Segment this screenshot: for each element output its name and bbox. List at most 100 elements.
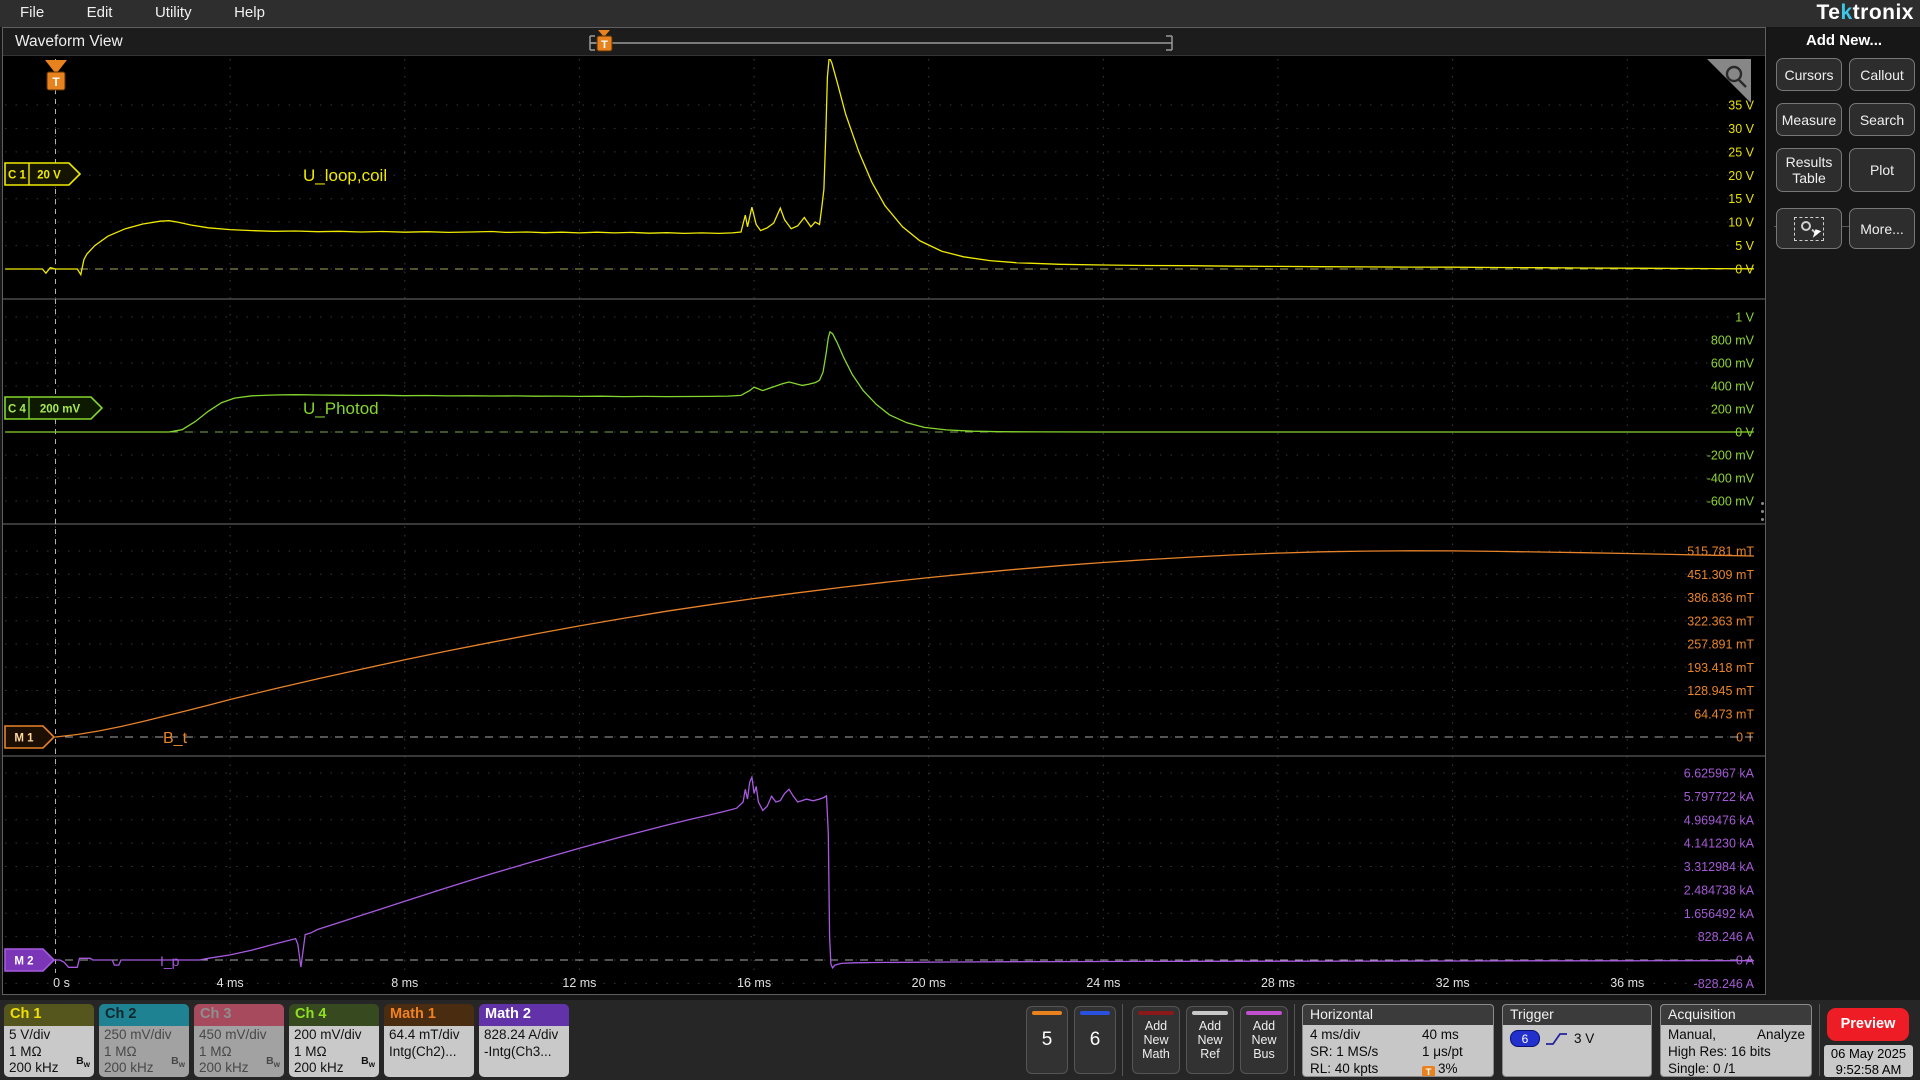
trigger-level: 3 V [1574, 1031, 1595, 1046]
horizontal-panel[interactable]: Horizontal 4 ms/div 40 ms SR: 1 MS/s 1 μs/… [1302, 1004, 1494, 1077]
add-new-bus-button[interactable]: Add New Bus [1240, 1006, 1288, 1074]
x-axis-tick-label: 32 ms [1436, 976, 1470, 990]
y-axis-tick-label: 5 V [1735, 239, 1754, 253]
y-axis-tick-label: 4.969476 kA [1684, 813, 1755, 827]
button-6-color-stripe [1080, 1011, 1110, 1015]
trigger-panel-title: Trigger [1503, 1005, 1651, 1025]
waveform-plot[interactable]: 35 V30 V25 V20 V15 V10 V5 V0 V1 V800 mV6… [3, 56, 1765, 994]
y-axis-tick-label: 600 mV [1711, 357, 1755, 371]
trigger-flag-letter: T [52, 75, 60, 89]
plot-button[interactable]: Plot [1849, 148, 1915, 192]
results-table-button[interactable]: Results Table [1776, 148, 1842, 192]
cursors-button[interactable]: Cursors [1776, 58, 1842, 91]
menu-help[interactable]: Help [234, 0, 265, 25]
bandwidth-limit-icon: Bw [266, 1055, 280, 1070]
add-new-sidebar: Add New... Cursors Callout Measure Searc… [1768, 27, 1920, 1002]
y-axis-tick-label: -600 mV [1707, 495, 1755, 509]
tektronix-logo: Tektronix [1816, 1, 1914, 24]
channel-badge-title: Ch 3 [194, 1004, 284, 1026]
x-axis-tick-label: 0 s [53, 976, 70, 990]
horizontal-position-bar[interactable]: T [586, 28, 1176, 56]
trace-m2[interactable] [5, 774, 1754, 970]
math1-badge[interactable]: Math 1 64.4 mT/div Intg(Ch2)... [384, 1004, 474, 1077]
x-axis-tick-label: 36 ms [1610, 976, 1644, 990]
channel-badge-ch1[interactable]: Ch 1 5 V/div 1 MΩ 200 kHz Bw [4, 1004, 94, 1077]
trigger-position-icon: T [1422, 1066, 1435, 1076]
menu-edit[interactable]: Edit [87, 0, 113, 25]
badge-channel-name: C 4 [8, 404, 27, 416]
menu-bar: File Edit Utility Help Tektronix [0, 0, 1920, 27]
bottom-bar-divider [1294, 1004, 1295, 1076]
scope-button-6[interactable]: 6 [1074, 1006, 1116, 1074]
more-button[interactable]: More... [1849, 208, 1915, 249]
y-axis-tick-label: 2.484738 kA [1684, 883, 1755, 897]
channel-badge-ch4[interactable]: Ch 4 200 mV/div 1 MΩ 200 kHz Bw [289, 1004, 379, 1077]
y-axis-tick-label: 386.836 mT [1687, 591, 1754, 605]
trace-label-math2[interactable]: I_p [160, 953, 180, 969]
measure-button[interactable]: Measure [1776, 103, 1842, 136]
channel-badge-title: Ch 2 [99, 1004, 189, 1026]
y-axis-tick-label: 15 V [1728, 192, 1754, 206]
oscilloscope-app: File Edit Utility Help Tektronix Wavefor… [0, 0, 1920, 1080]
splitter-handle-dot[interactable] [1761, 518, 1764, 521]
bandwidth-limit-icon: Bw [361, 1055, 375, 1070]
x-axis-tick-label: 16 ms [737, 976, 771, 990]
y-axis-tick-label: -400 mV [1707, 472, 1755, 486]
channel-badge-ch2[interactable]: Ch 2 250 mV/div 1 MΩ 200 kHz Bw [99, 1004, 189, 1077]
math2-badge[interactable]: Math 2 828.24 A/div -Intg(Ch3... [479, 1004, 569, 1077]
y-axis-tick-label: 64.473 mT [1694, 707, 1754, 721]
x-axis-tick-label: 4 ms [217, 976, 244, 990]
waveform-view: Waveform View T 35 V 30 V 25 V 20 V 15 V 10 V… [2, 27, 1766, 995]
badge-channel-scale: 200 mV [40, 404, 81, 416]
bandwidth-limit-icon: Bw [171, 1055, 185, 1070]
datetime-display: 06 May 2025 9:52:58 AM [1824, 1045, 1913, 1077]
search-button[interactable]: Search [1849, 103, 1915, 136]
x-axis-tick-label: 28 ms [1261, 976, 1295, 990]
y-axis-tick-label: -828.246 A [1694, 977, 1755, 991]
y-axis-tick-label: 322.363 mT [1687, 614, 1754, 628]
x-axis-tick-label: 24 ms [1086, 976, 1120, 990]
channel-badge-ch3[interactable]: Ch 3 450 mV/div 1 MΩ 200 kHz Bw [194, 1004, 284, 1077]
y-axis-tick-label: 4.141230 kA [1684, 837, 1755, 851]
callout-button[interactable]: Callout [1849, 58, 1915, 91]
acquisition-panel-title: Acquisition [1661, 1005, 1811, 1025]
y-axis-tick-label: 451.309 mT [1687, 568, 1754, 582]
preview-button[interactable]: Preview [1827, 1008, 1909, 1041]
scope-button-5[interactable]: 5 [1026, 1006, 1068, 1074]
add-new-ref-button[interactable]: Add New Ref [1186, 1006, 1234, 1074]
menu-file[interactable]: File [20, 0, 44, 25]
y-axis-tick-label: 1 V [1735, 311, 1754, 325]
trace-label-ch4[interactable]: U_Photod [303, 399, 379, 418]
trace-c1[interactable] [5, 57, 1754, 277]
trace-c4[interactable] [5, 330, 1754, 433]
y-axis-tick-label: 828.246 A [1698, 930, 1755, 944]
y-axis-tick-label: 3.312984 kA [1684, 860, 1755, 874]
x-axis-tick-label: 12 ms [562, 976, 596, 990]
channel-badge-title: Math 2 [479, 1004, 569, 1026]
splitter-handle-dot[interactable] [1761, 502, 1764, 505]
menu-utility[interactable]: Utility [155, 0, 192, 25]
zoom-select-button[interactable] [1776, 208, 1842, 249]
y-axis-tick-label: 5.797722 kA [1684, 790, 1755, 804]
waveform-titlebar: Waveform View T [3, 28, 1765, 56]
svg-text:T: T [601, 39, 608, 51]
trace-label-ch1[interactable]: U_loop,coil [303, 166, 387, 185]
y-axis-tick-label: 10 V [1728, 216, 1754, 230]
acquisition-panel[interactable]: Acquisition Manual, Analyze High Res: 16 … [1660, 1004, 1812, 1077]
y-axis-tick-label: 193.418 mT [1687, 661, 1754, 675]
bottom-bar-divider [1122, 1004, 1123, 1076]
waveform-plot-area[interactable]: 35 V 30 V 25 V 20 V 15 V 10 V5 V0 V1 V 800 mV 6… [3, 56, 1765, 994]
add-new-math-button[interactable]: Add New Math [1132, 1006, 1180, 1074]
x-axis-tick-label: 20 ms [912, 976, 946, 990]
trigger-panel[interactable]: Trigger 6 3 V [1502, 1004, 1652, 1077]
date-text: 06 May 2025 [1830, 1046, 1907, 1061]
horizontal-panel-title: Horizontal [1303, 1005, 1493, 1025]
trace-label-math1[interactable]: B_t [163, 730, 188, 747]
plot-zoom-corner[interactable] [1707, 59, 1751, 103]
button-5-color-stripe [1032, 1011, 1062, 1015]
badge-channel-name: M 2 [14, 956, 33, 968]
bottom-bar-divider [1819, 1004, 1820, 1076]
splitter-handle-dot[interactable] [1761, 510, 1764, 513]
channel-badge-title: Ch 1 [4, 1004, 94, 1026]
y-axis-tick-label: 257.891 mT [1687, 638, 1754, 652]
